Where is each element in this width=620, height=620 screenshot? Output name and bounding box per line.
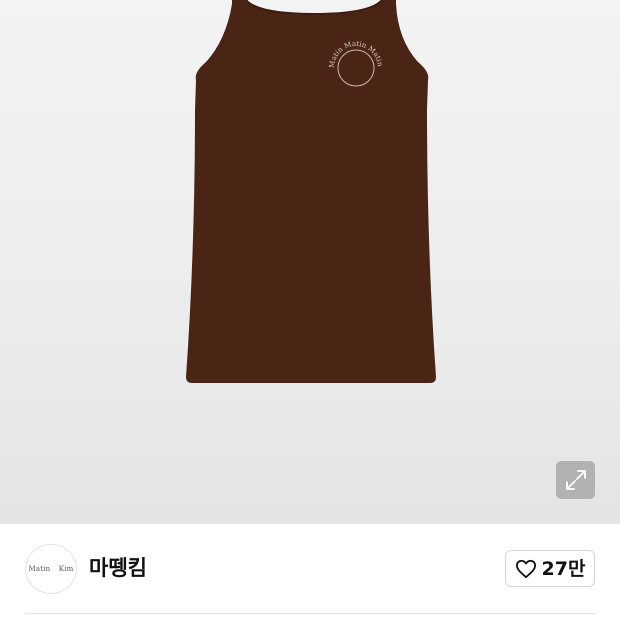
brand-logo-text: Matin Kim xyxy=(28,565,74,573)
expand-image-button[interactable] xyxy=(556,461,595,499)
expand-arrows-icon xyxy=(565,470,586,490)
brand-name[interactable]: 마뗑킴 xyxy=(89,555,147,581)
divider xyxy=(25,613,595,614)
tank-dress-illustration: Matin Matin Matin xyxy=(186,0,436,383)
tank-dress-body xyxy=(186,0,436,383)
like-button[interactable]: 27만 xyxy=(505,550,595,587)
like-count: 27만 xyxy=(541,557,586,580)
heart-outline-icon xyxy=(515,559,536,578)
brand-row: Matin Kim 마뗑킴 27만 xyxy=(0,524,620,614)
brand-logo[interactable]: Matin Kim xyxy=(25,544,77,594)
product-image[interactable]: Matin Matin Matin xyxy=(0,0,620,524)
